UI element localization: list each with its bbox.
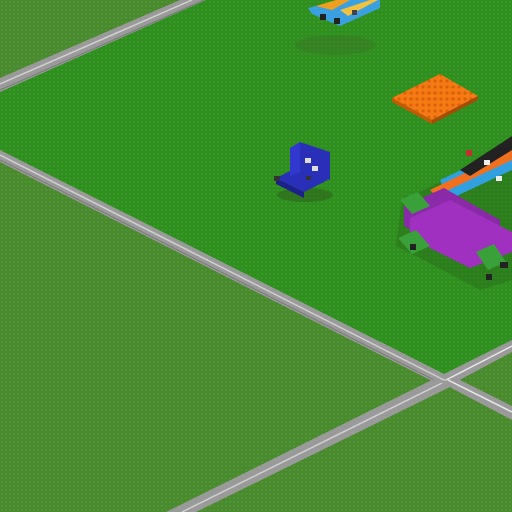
isometric-world[interactable] [0,0,512,512]
game-scene[interactable] [0,0,512,512]
